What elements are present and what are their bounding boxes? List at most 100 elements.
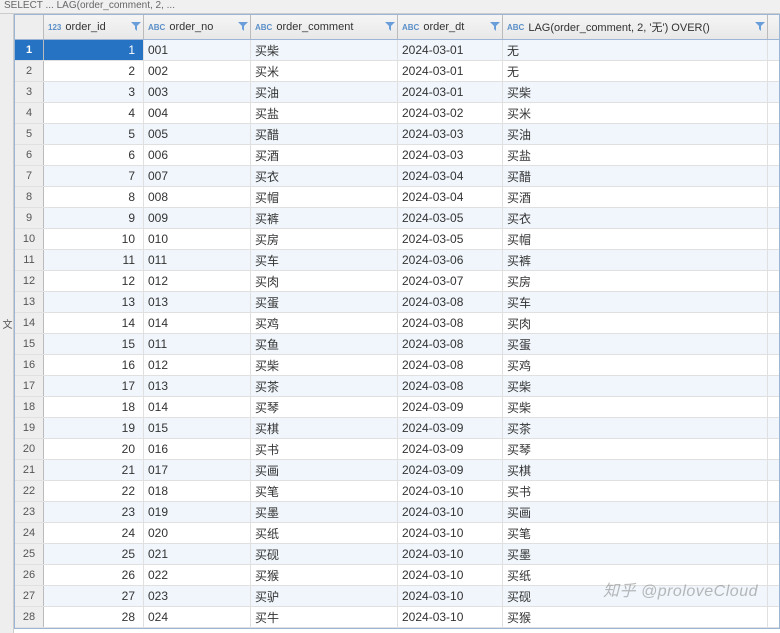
cell[interactable]: 无 — [503, 40, 768, 60]
cell[interactable]: 26 — [44, 565, 144, 585]
cell[interactable]: 12 — [44, 271, 144, 291]
filter-icon[interactable] — [490, 22, 500, 32]
cell[interactable]: 010 — [144, 229, 251, 249]
table-row[interactable]: 1212012买肉2024-03-07买房 — [15, 271, 779, 292]
cell[interactable]: 2024-03-08 — [398, 313, 503, 333]
cell[interactable]: 2024-03-08 — [398, 355, 503, 375]
cell[interactable]: 买柴 — [503, 376, 768, 396]
table-row[interactable]: 1919015买棋2024-03-09买茶 — [15, 418, 779, 439]
cell[interactable]: 4 — [44, 103, 144, 123]
filter-icon[interactable] — [385, 22, 395, 32]
table-row[interactable]: 1818014买琴2024-03-09买柴 — [15, 397, 779, 418]
cell[interactable]: 015 — [144, 418, 251, 438]
cell[interactable]: 买墨 — [503, 544, 768, 564]
cell[interactable]: 买鸡 — [503, 355, 768, 375]
cell[interactable]: 买衣 — [251, 166, 398, 186]
cell[interactable]: 016 — [144, 439, 251, 459]
cell[interactable]: 019 — [144, 502, 251, 522]
table-row[interactable]: 1111011买车2024-03-06买裤 — [15, 250, 779, 271]
cell[interactable]: 买猴 — [251, 565, 398, 585]
cell[interactable]: 买琴 — [503, 439, 768, 459]
filter-icon[interactable] — [238, 22, 248, 32]
cell[interactable]: 2024-03-08 — [398, 292, 503, 312]
cell[interactable]: 买肉 — [251, 271, 398, 291]
filter-icon[interactable] — [755, 22, 765, 32]
cell[interactable]: 买醋 — [251, 124, 398, 144]
cell[interactable]: 2024-03-07 — [398, 271, 503, 291]
cell[interactable]: 2024-03-01 — [398, 61, 503, 81]
table-row[interactable]: 55005买醋2024-03-03买油 — [15, 124, 779, 145]
cell[interactable]: 13 — [44, 292, 144, 312]
cell[interactable]: 买米 — [251, 61, 398, 81]
table-row[interactable]: 1414014买鸡2024-03-08买肉 — [15, 313, 779, 334]
column-header-2[interactable]: ABCorder_comment — [251, 15, 398, 39]
row-number[interactable]: 7 — [15, 166, 44, 186]
cell[interactable]: 2024-03-01 — [398, 82, 503, 102]
table-row[interactable]: 2222018买笔2024-03-10买书 — [15, 481, 779, 502]
row-number[interactable]: 9 — [15, 208, 44, 228]
row-number-header[interactable] — [15, 15, 44, 39]
row-number[interactable]: 26 — [15, 565, 44, 585]
cell[interactable]: 16 — [44, 355, 144, 375]
cell[interactable]: 无 — [503, 61, 768, 81]
cell[interactable]: 买裤 — [503, 250, 768, 270]
cell[interactable]: 14 — [44, 313, 144, 333]
cell[interactable]: 2024-03-03 — [398, 124, 503, 144]
table-row[interactable]: 1616012买柴2024-03-08买鸡 — [15, 355, 779, 376]
cell[interactable]: 19 — [44, 418, 144, 438]
cell[interactable]: 买衣 — [503, 208, 768, 228]
row-number[interactable]: 11 — [15, 250, 44, 270]
cell[interactable]: 005 — [144, 124, 251, 144]
cell[interactable]: 买茶 — [503, 418, 768, 438]
table-row[interactable]: 2020016买书2024-03-09买琴 — [15, 439, 779, 460]
cell[interactable]: 2024-03-10 — [398, 523, 503, 543]
cell[interactable]: 006 — [144, 145, 251, 165]
cell[interactable]: 2 — [44, 61, 144, 81]
cell[interactable]: 买牛 — [251, 607, 398, 627]
row-number[interactable]: 8 — [15, 187, 44, 207]
cell[interactable]: 011 — [144, 250, 251, 270]
row-number[interactable]: 10 — [15, 229, 44, 249]
column-header-3[interactable]: ABCorder_dt — [398, 15, 503, 39]
cell[interactable]: 买房 — [251, 229, 398, 249]
cell[interactable]: 买帽 — [503, 229, 768, 249]
cell[interactable]: 014 — [144, 397, 251, 417]
table-row[interactable]: 2424020买纸2024-03-10买笔 — [15, 523, 779, 544]
cell[interactable]: 买驴 — [251, 586, 398, 606]
cell[interactable]: 2024-03-01 — [398, 40, 503, 60]
table-row[interactable]: 1515011买鱼2024-03-08买蛋 — [15, 334, 779, 355]
cell[interactable]: 买纸 — [251, 523, 398, 543]
cell[interactable]: 008 — [144, 187, 251, 207]
column-header-4[interactable]: ABCLAG(order_comment, 2, '无') OVER() — [503, 15, 768, 39]
row-number[interactable]: 2 — [15, 61, 44, 81]
cell[interactable]: 10 — [44, 229, 144, 249]
cell[interactable]: 2024-03-04 — [398, 187, 503, 207]
cell[interactable]: 23 — [44, 502, 144, 522]
cell[interactable]: 买砚 — [251, 544, 398, 564]
cell[interactable]: 012 — [144, 355, 251, 375]
cell[interactable]: 2024-03-08 — [398, 376, 503, 396]
table-row[interactable]: 44004买盐2024-03-02买米 — [15, 103, 779, 124]
row-number[interactable]: 27 — [15, 586, 44, 606]
cell[interactable]: 买酒 — [251, 145, 398, 165]
cell[interactable]: 买猴 — [503, 607, 768, 627]
table-row[interactable]: 2525021买砚2024-03-10买墨 — [15, 544, 779, 565]
cell[interactable]: 买纸 — [503, 565, 768, 585]
cell[interactable]: 2024-03-10 — [398, 565, 503, 585]
cell[interactable]: 买棋 — [503, 460, 768, 480]
row-number[interactable]: 5 — [15, 124, 44, 144]
cell[interactable]: 买笔 — [503, 523, 768, 543]
cell[interactable]: 2024-03-08 — [398, 334, 503, 354]
cell[interactable]: 5 — [44, 124, 144, 144]
row-number[interactable]: 21 — [15, 460, 44, 480]
cell[interactable]: 买米 — [503, 103, 768, 123]
cell[interactable]: 2024-03-10 — [398, 502, 503, 522]
cell[interactable]: 买车 — [251, 250, 398, 270]
row-number[interactable]: 17 — [15, 376, 44, 396]
row-number[interactable]: 14 — [15, 313, 44, 333]
cell[interactable]: 002 — [144, 61, 251, 81]
cell[interactable]: 20 — [44, 439, 144, 459]
cell[interactable]: 买茶 — [251, 376, 398, 396]
row-number[interactable]: 12 — [15, 271, 44, 291]
cell[interactable]: 买柴 — [251, 355, 398, 375]
